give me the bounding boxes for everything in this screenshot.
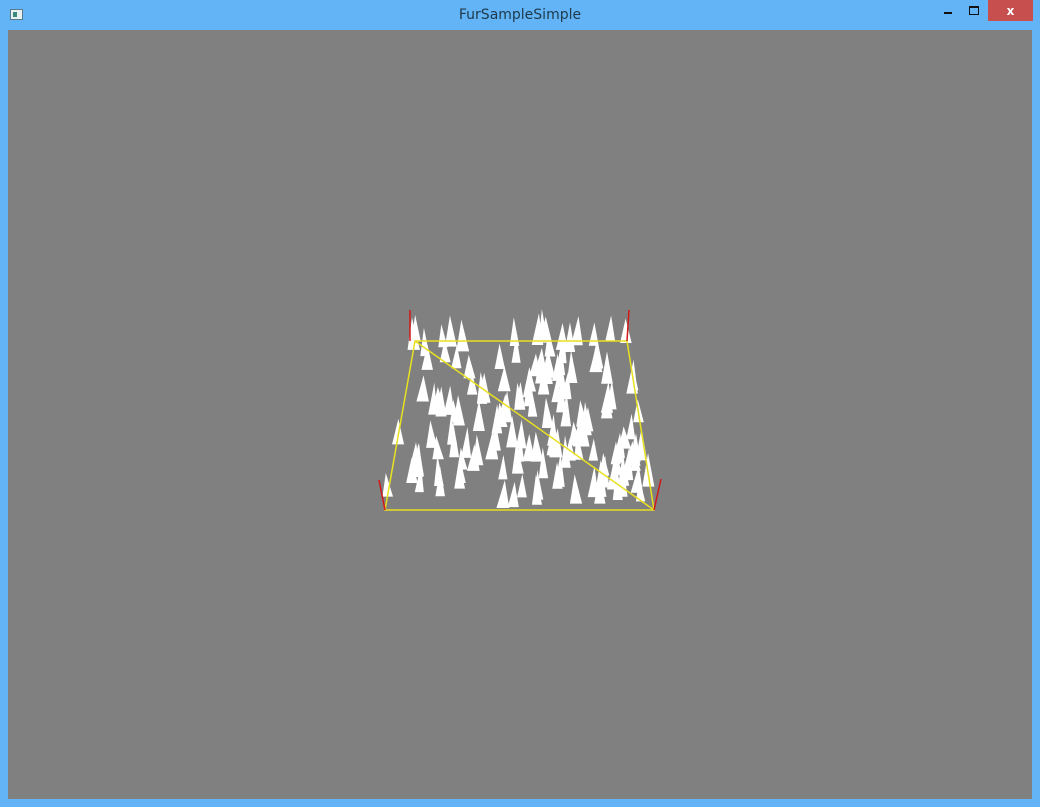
close-button[interactable]: x <box>988 0 1033 21</box>
fur-strand <box>434 455 444 487</box>
minimize-button[interactable] <box>935 0 961 21</box>
close-icon: x <box>1006 3 1015 18</box>
fur-strand <box>443 385 455 415</box>
vertex-normal <box>653 478 662 511</box>
fur-strands <box>382 309 655 509</box>
fur-strand <box>463 354 476 379</box>
fur-strand <box>507 481 519 508</box>
render-viewport[interactable] <box>8 30 1032 799</box>
title-bar[interactable]: FurSampleSimple x <box>0 0 1040 30</box>
fur-strand <box>588 322 599 346</box>
minimize-icon <box>944 11 952 14</box>
fur-strand <box>498 454 508 480</box>
fur-strand <box>420 327 430 357</box>
fur-strand <box>494 343 506 369</box>
fur-strand <box>530 431 544 462</box>
fur-strand <box>496 480 510 509</box>
fur-strand <box>444 315 457 347</box>
fur-strand <box>588 438 599 461</box>
maximize-icon <box>969 6 979 15</box>
fur-strand <box>605 315 616 342</box>
fur-scene <box>378 309 662 511</box>
fur-strand <box>541 397 554 428</box>
fur-strand <box>472 400 485 432</box>
fur-strand <box>515 419 527 449</box>
fur-strand <box>517 473 527 498</box>
maximize-button[interactable] <box>961 0 987 21</box>
fur-strand <box>569 474 583 504</box>
window-title: FurSampleSimple <box>458 7 582 23</box>
fur-strand <box>626 413 636 440</box>
fur-strand <box>456 319 470 352</box>
fur-strand <box>620 318 632 343</box>
fur-strand <box>497 365 511 392</box>
fur-strand <box>460 427 472 458</box>
fur-strand <box>416 375 429 402</box>
